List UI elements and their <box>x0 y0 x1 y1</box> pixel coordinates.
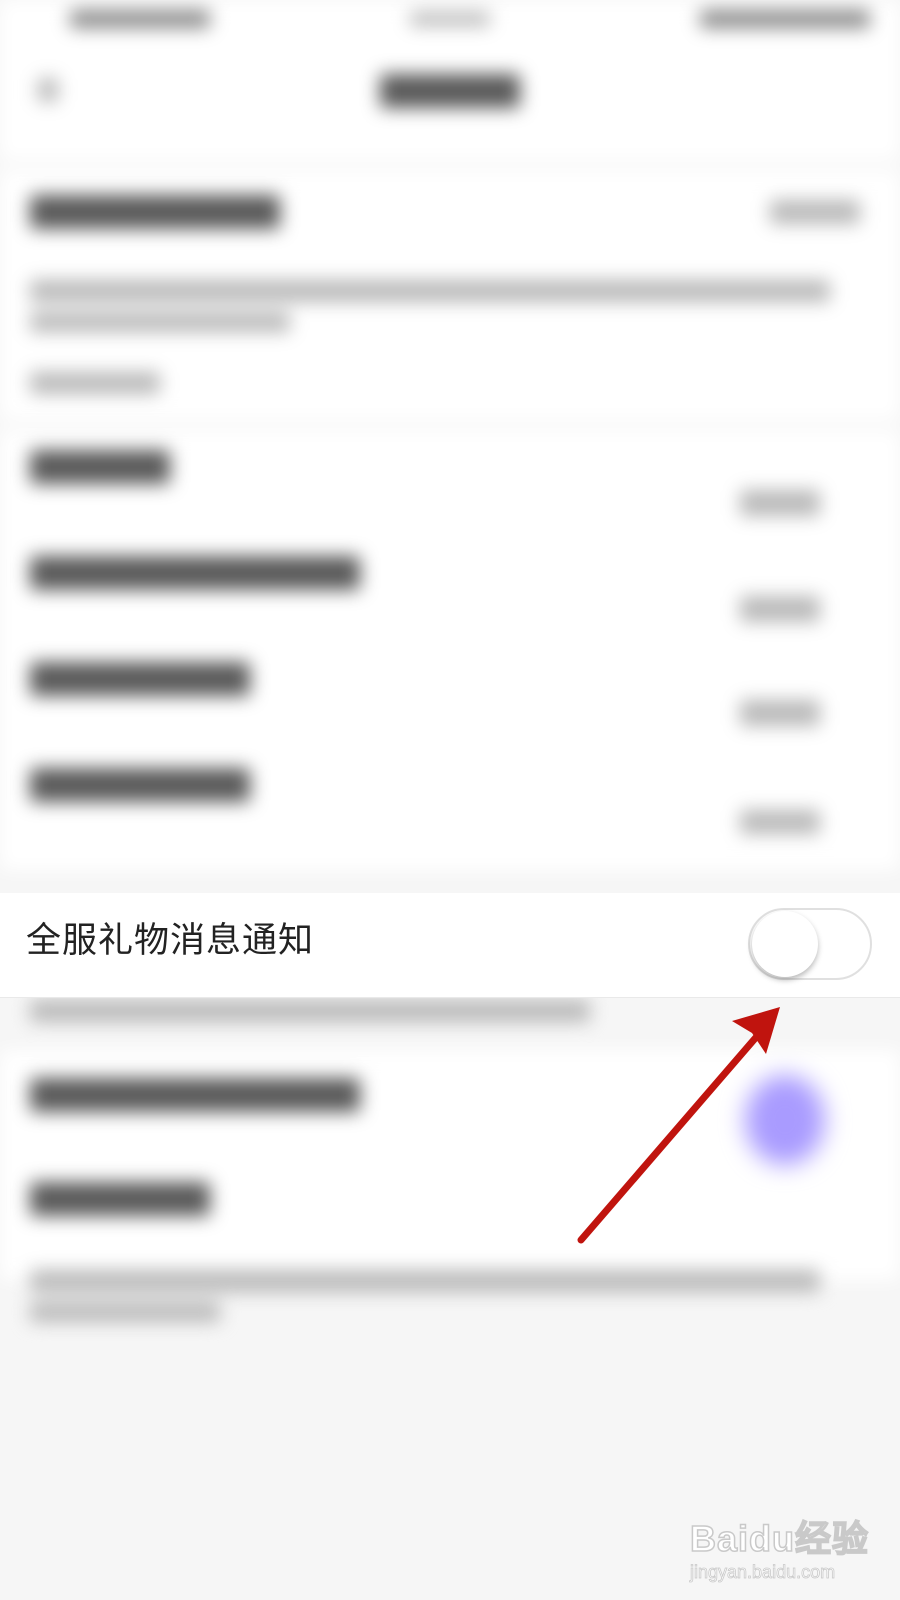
blurred-background <box>0 0 900 1600</box>
description-blur <box>30 1000 590 1022</box>
list-item-blur[interactable] <box>30 662 250 696</box>
toggle-knob[interactable] <box>752 911 818 977</box>
status-bar-blur <box>70 10 210 28</box>
list-item-blur[interactable] <box>30 556 360 590</box>
description-blur <box>30 1302 220 1322</box>
list-item-blur[interactable] <box>30 1182 210 1216</box>
baidu-watermark: Baidu经验 jingyan.baidu.com <box>689 1508 890 1588</box>
gift-notification-toggle[interactable] <box>748 908 872 980</box>
setting-value-blur[interactable] <box>770 200 860 224</box>
watermark-url: jingyan.baidu.com <box>690 1562 836 1583</box>
watermark-brand: Baidu经验 <box>689 1517 870 1560</box>
status-bar-blur <box>700 10 870 28</box>
list-item-blur[interactable] <box>740 490 820 516</box>
list-item-blur[interactable] <box>740 810 820 834</box>
page-title-blur <box>380 74 520 108</box>
description-blur <box>30 312 290 332</box>
back-icon[interactable] <box>38 78 58 102</box>
status-bar-blur <box>410 12 490 26</box>
list-item-blur[interactable] <box>30 1078 360 1112</box>
list-item-blur[interactable] <box>740 596 820 622</box>
description-blur <box>30 280 830 302</box>
list-item-blur[interactable] <box>740 700 820 726</box>
list-item-blur[interactable] <box>30 768 250 802</box>
description-blur <box>30 1270 820 1292</box>
gift-notification-label: 全服礼物消息通知 <box>26 921 315 961</box>
list-item-blur[interactable] <box>30 450 170 484</box>
touch-indicator <box>745 1075 825 1165</box>
gift-notification-row[interactable]: 全服礼物消息通知 <box>0 893 900 998</box>
description-blur <box>30 372 160 394</box>
setting-title-blur <box>30 195 280 229</box>
